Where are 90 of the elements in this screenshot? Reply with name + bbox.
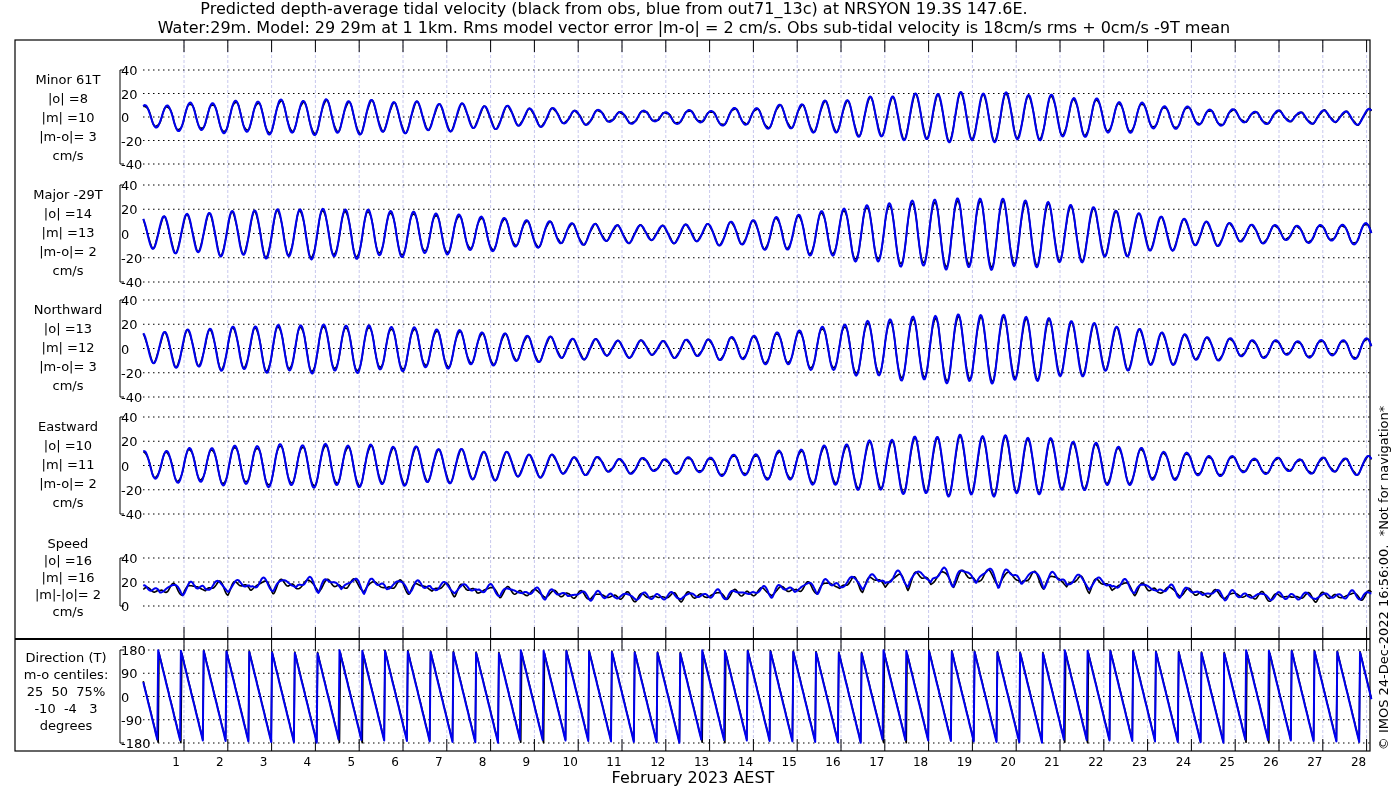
x-tick-label: 16: [825, 755, 841, 769]
x-tick-label: 25: [1219, 755, 1235, 769]
y-tick-label: 20: [121, 575, 138, 590]
x-tick-label: 10: [562, 755, 578, 769]
y-tick-label: -20: [121, 133, 143, 149]
panel-label: |o| =8: [48, 91, 88, 106]
x-tick-label: 4: [303, 755, 312, 769]
x-tick-label: 8: [478, 755, 487, 769]
x-tick-label: 17: [869, 755, 885, 769]
y-tick-label: -40: [121, 507, 143, 522]
x-tick-label: 3: [259, 755, 268, 769]
x-tick-label: 26: [1263, 755, 1279, 769]
panel-label: Minor 61T: [35, 72, 101, 87]
y-tick-label: 0: [121, 226, 130, 242]
chart-title: Water:29m. Model: 29 29m at 1 1km. Rms model vector error |m-o| = 2 cm/s. Obs sub-tidal velocity is 18cm/s rms + 0cm/s -9T mean: [157, 18, 1231, 37]
x-tick-label: 14: [737, 755, 754, 769]
y-tick-label: -20: [121, 365, 143, 381]
x-tick-label: 1: [172, 755, 180, 769]
y-tick-label: 20: [121, 317, 138, 333]
y-tick-label: -20: [121, 482, 143, 498]
panel-label: |m-o|= 2: [39, 476, 97, 491]
panel-label: cm/s: [52, 495, 84, 510]
y-tick-label: 180: [121, 643, 146, 658]
panel-label: cm/s: [52, 148, 84, 163]
x-tick-label: 22: [1088, 755, 1104, 769]
y-tick-label: -180: [121, 736, 151, 751]
panel-label: |m-o|= 3: [39, 129, 97, 144]
panel-label: |m-o|= 3: [39, 359, 97, 374]
x-tick-label: 24: [1175, 755, 1192, 769]
panel-label: |o| =16: [43, 553, 93, 568]
y-tick-label: 0: [121, 689, 130, 705]
panel-label: |m|-|o|= 2: [34, 587, 102, 602]
x-tick-label: 2: [216, 755, 224, 769]
y-tick-label: 20: [121, 434, 138, 450]
x-tick-label: 12: [650, 755, 666, 769]
chart-title: Predicted depth-average tidal velocity (black from obs, blue from out71_13c) at NRSYON 19.3S 147.6E.: [200, 0, 1028, 18]
panel-label: |o| =13: [43, 321, 93, 336]
x-axis-label: February 2023 AEST: [611, 768, 775, 787]
x-tick-label: 18: [912, 755, 929, 769]
y-tick-label: 40: [121, 410, 138, 425]
panel-label: Eastward: [38, 419, 98, 434]
x-tick-label: 20: [1000, 755, 1016, 769]
panel-label: Major -29T: [33, 187, 103, 202]
y-tick-label: 40: [121, 293, 138, 308]
y-tick-label: -40: [121, 275, 143, 290]
panel-label: Northward: [33, 302, 103, 317]
x-tick-label: 11: [606, 755, 622, 769]
x-tick-label: 28: [1350, 755, 1367, 769]
y-tick-label: 40: [121, 63, 138, 78]
panel-label: |m-o|= 2: [39, 244, 97, 259]
y-tick-label: -20: [121, 250, 143, 266]
x-tick-label: 13: [693, 755, 710, 769]
x-tick-label: 5: [347, 755, 355, 769]
panel-label: |m| =11: [41, 457, 95, 472]
panel-label: cm/s: [52, 378, 84, 393]
x-tick-label: 9: [522, 755, 531, 769]
y-tick-label: 40: [121, 178, 138, 193]
y-tick-label: 20: [121, 202, 138, 218]
x-tick-label: 15: [781, 755, 797, 769]
panel-label: cm/s: [52, 604, 84, 619]
y-tick-label: 40: [121, 551, 138, 566]
x-tick-label: 6: [391, 755, 399, 769]
panel-label: |o| =10: [43, 438, 93, 453]
x-tick-label: 19: [956, 755, 973, 769]
panel-label: |m| =12: [41, 340, 95, 355]
panel-label: -10 -4 3: [34, 701, 98, 716]
x-tick-label: 23: [1131, 755, 1148, 769]
x-tick-label: 7: [435, 755, 443, 769]
y-tick-label: 0: [121, 458, 130, 474]
panel-label: |m| =10: [41, 110, 95, 125]
panel-label: degrees: [39, 718, 93, 733]
y-tick-label: -40: [121, 157, 143, 172]
y-tick-label: 90: [121, 666, 138, 682]
y-tick-label: 0: [121, 110, 130, 125]
panel-label: Speed: [47, 536, 89, 551]
copyright-note: © IMOS 24-Dec-2022 16:56:00. *Not for navigation*: [1376, 405, 1391, 751]
y-tick-label: 0: [121, 341, 130, 357]
panel-label: |m| =13: [41, 225, 95, 240]
panel-label: Direction (T): [25, 650, 107, 665]
x-tick-label: 27: [1307, 755, 1323, 769]
panel-label: cm/s: [52, 263, 84, 278]
y-tick-label: 20: [121, 86, 138, 102]
y-tick-label: 0: [121, 599, 130, 614]
panel-label: 25 50 75%: [26, 684, 106, 699]
x-tick-label: 21: [1044, 755, 1060, 769]
panel-label: |o| =14: [43, 206, 93, 221]
y-tick-label: -40: [121, 390, 143, 405]
panel-label: m-o centiles:: [23, 667, 109, 682]
y-tick-label: -90: [121, 712, 143, 728]
panel-label: |m| =16: [41, 570, 95, 585]
